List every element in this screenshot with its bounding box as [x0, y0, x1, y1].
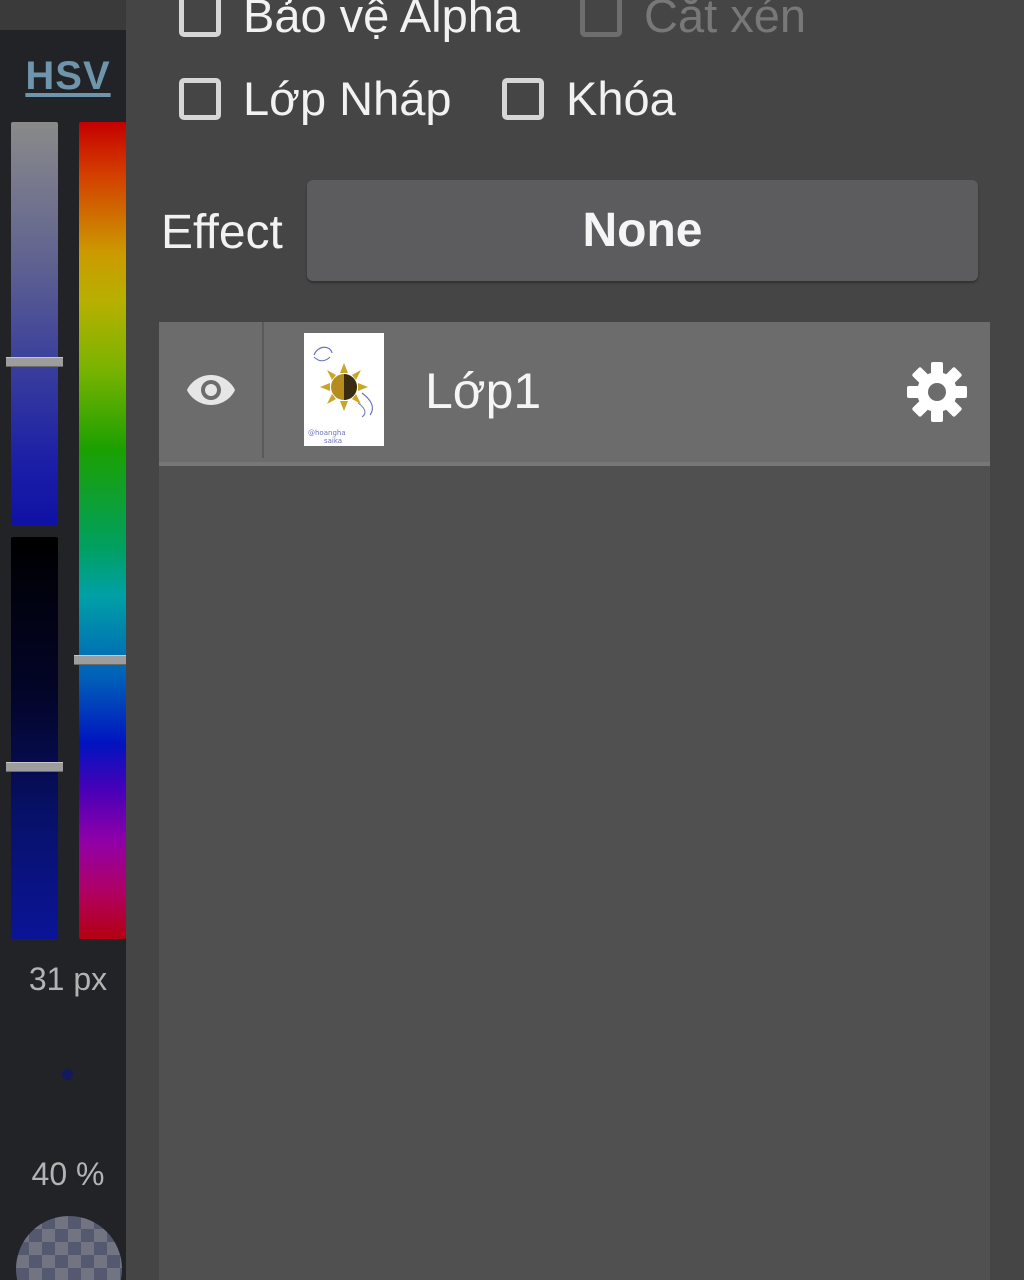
row-divider — [262, 322, 264, 458]
lock-option[interactable]: Khóa — [502, 71, 676, 126]
svg-text:@hoangha: @hoangha — [308, 429, 346, 437]
clipping-label: Cắt xén — [644, 0, 806, 42]
opacity-label[interactable]: 40 % — [0, 1156, 136, 1193]
lock-label: Khóa — [566, 72, 676, 125]
saturation-slider[interactable] — [11, 122, 58, 525]
visibility-toggle[interactable] — [159, 322, 263, 462]
alpha-protect-checkbox[interactable] — [179, 0, 221, 37]
draft-layer-option[interactable]: Lớp Nháp — [179, 71, 452, 126]
eye-icon — [186, 373, 236, 412]
value-slider-handle[interactable] — [6, 762, 63, 772]
alpha-protect-option[interactable]: Bảo vệ Alpha — [179, 0, 520, 43]
svg-text:saika: saika — [324, 437, 342, 445]
layer-settings-button[interactable] — [905, 360, 969, 424]
alpha-protect-label: Bảo vệ Alpha — [243, 0, 520, 42]
color-swatch[interactable] — [16, 1216, 122, 1280]
lock-checkbox[interactable] — [502, 77, 544, 120]
draft-layer-checkbox[interactable] — [179, 77, 221, 120]
hue-slider[interactable] — [79, 122, 126, 939]
value-slider[interactable] — [11, 537, 58, 939]
draft-layer-label: Lớp Nháp — [243, 72, 452, 125]
clipping-checkbox[interactable] — [580, 0, 622, 37]
layer-name: Lớp1 — [425, 363, 542, 419]
saturation-slider-handle[interactable] — [6, 357, 63, 367]
layer-row[interactable]: @hoangha saika Lớp1 — [159, 322, 990, 466]
color-mode-link[interactable]: HSV — [0, 54, 136, 99]
effect-label: Effect — [161, 206, 283, 259]
effect-select-button[interactable]: None — [307, 180, 978, 281]
layer-thumbnail: @hoangha saika — [304, 333, 384, 446]
color-toolbar: HSV 31 px 40 % — [0, 0, 126, 1280]
brush-preview-dot — [62, 1069, 73, 1080]
gear-icon — [905, 362, 969, 428]
layer-panel-screen: HSV 31 px 40 % Bảo vệ Alpha Cắt xén Lớp … — [0, 0, 1024, 1280]
toolbar-top-strip — [0, 0, 126, 30]
layer-list: @hoangha saika Lớp1 — [159, 322, 990, 1280]
hue-slider-handle[interactable] — [74, 655, 126, 665]
clipping-option[interactable]: Cắt xén — [580, 0, 806, 43]
brush-size-label[interactable]: 31 px — [0, 961, 136, 998]
